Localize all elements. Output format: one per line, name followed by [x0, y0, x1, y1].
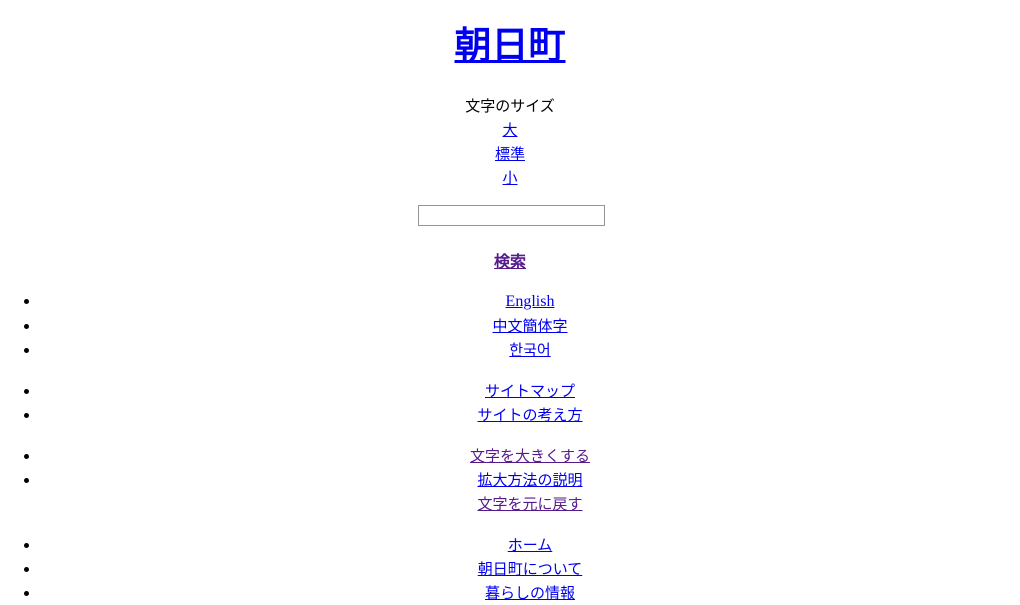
- language-link-korean[interactable]: 한국어: [509, 341, 550, 359]
- page-title: 朝日町: [0, 0, 1020, 66]
- enlarge-text-link[interactable]: 文字を大きくする: [470, 447, 590, 465]
- page-root: 朝日町 文字のサイズ 大 標準 小 検索 English 中文簡体字 한국어 サ…: [0, 0, 1020, 605]
- list-item: サイトマップ: [40, 379, 1020, 403]
- list-item: ホーム: [40, 533, 1020, 557]
- reset-text-link[interactable]: 文字を元に戻す: [477, 495, 582, 513]
- list-item: English: [40, 289, 1020, 314]
- list-item: 文字を大きくする: [40, 444, 1020, 468]
- list-item: 中文簡体字: [40, 314, 1020, 338]
- site-policy-link[interactable]: サイトの考え方: [477, 406, 582, 424]
- nav-link-about[interactable]: 朝日町について: [478, 560, 583, 578]
- main-nav: ホーム 朝日町について 暮らしの情報: [0, 533, 1020, 605]
- site-title-link[interactable]: 朝日町: [455, 24, 566, 67]
- list-item: 한국어: [40, 338, 1020, 362]
- font-size-small-link[interactable]: 小: [0, 166, 1020, 190]
- nav-link-home[interactable]: ホーム: [508, 536, 553, 554]
- enlarge-howto-link[interactable]: 拡大方法の説明: [477, 471, 582, 489]
- search-submit-button[interactable]: 検索: [0, 248, 1020, 272]
- font-size-large-link[interactable]: 大: [0, 118, 1020, 142]
- text-size-nav: 文字を大きくする 拡大方法の説明 文字を元に戻す: [0, 444, 1020, 516]
- site-nav: サイトマップ サイトの考え方: [0, 379, 1020, 427]
- language-link-english[interactable]: English: [506, 293, 555, 310]
- list-item: 拡大方法の説明: [40, 468, 1020, 492]
- search-input[interactable]: [417, 204, 605, 226]
- search-area: 検索: [0, 204, 1020, 272]
- font-size-control: 文字のサイズ 大 標準 小: [0, 94, 1020, 190]
- font-size-label: 文字のサイズ: [465, 96, 555, 115]
- list-item: 文字を元に戻す: [40, 492, 1020, 516]
- language-link-chinese[interactable]: 中文簡体字: [492, 317, 567, 335]
- language-nav: English 中文簡体字 한국어: [0, 289, 1020, 362]
- list-item: 暮らしの情報: [40, 581, 1020, 605]
- sitemap-link[interactable]: サイトマップ: [485, 382, 575, 400]
- list-item: 朝日町について: [40, 557, 1020, 581]
- nav-link-living-info[interactable]: 暮らしの情報: [485, 584, 575, 602]
- font-size-standard-link[interactable]: 標準: [0, 142, 1020, 166]
- list-item: サイトの考え方: [40, 403, 1020, 427]
